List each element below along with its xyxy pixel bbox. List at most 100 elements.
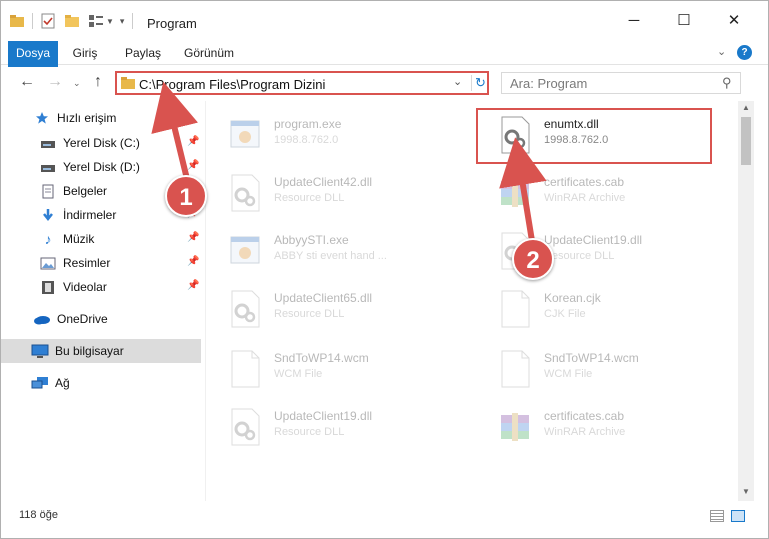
tab-view[interactable]: Görünüm xyxy=(179,41,239,65)
title-bar: ▼ ▾ Program ─ ☐ ✕ xyxy=(1,1,768,39)
recent-locations-icon[interactable]: ⌄ xyxy=(73,78,81,89)
help-icon[interactable]: ? xyxy=(737,45,752,60)
forward-icon[interactable]: → xyxy=(47,73,63,91)
address-text: C:\Program Files\Program Dizini xyxy=(139,77,326,92)
sidebar-item-videos[interactable]: Videolar 📌 xyxy=(1,275,201,299)
sidebar-item-quick-access[interactable]: Hızlı erişim xyxy=(1,106,201,130)
chevron-down-icon[interactable]: ▼ xyxy=(106,17,114,26)
file-item[interactable]: certificates.cab WinRAR Archive xyxy=(476,165,716,217)
file-item[interactable]: AbbyySTI.exe ABBY sti event hand ... xyxy=(206,223,446,275)
tab-share[interactable]: Paylaş xyxy=(119,41,167,65)
explorer-window: ▼ ▾ Program ─ ☐ ✕ Dosya Giriş Paylaş Gör… xyxy=(0,0,769,539)
file-icon xyxy=(231,350,260,388)
sidebar-item-local-disk-c[interactable]: Yerel Disk (C:) 📌 xyxy=(1,131,201,155)
file-detail: Resource DLL xyxy=(274,426,345,438)
file-item[interactable]: UpdateClient65.dll Resource DLL xyxy=(206,281,446,333)
sidebar-item-label: Bu bilgisayar xyxy=(55,344,124,358)
sidebar-item-label: İndirmeler xyxy=(63,208,117,222)
new-folder-icon[interactable] xyxy=(64,14,80,28)
application-icon xyxy=(230,120,260,148)
expand-ribbon-icon[interactable]: ⌄ xyxy=(717,45,726,58)
sidebar-item-label: Müzik xyxy=(63,232,95,246)
maximize-button[interactable]: ☐ xyxy=(661,1,707,39)
settings-file-icon xyxy=(231,174,260,212)
file-item[interactable]: program.exe 1998.8.762.0 xyxy=(206,107,446,159)
search-input[interactable]: Ara: Program xyxy=(510,76,587,91)
folder-icon[interactable] xyxy=(9,14,25,28)
scroll-down-icon[interactable]: ▼ xyxy=(742,487,750,496)
address-dropdown-icon[interactable]: ⌄ xyxy=(453,75,462,88)
details-view-icon[interactable] xyxy=(710,510,724,522)
sidebar-item-label: OneDrive xyxy=(57,312,108,326)
file-name: certificates.cab xyxy=(544,409,625,423)
scroll-up-icon[interactable]: ▲ xyxy=(742,103,750,112)
settings-file-icon xyxy=(501,116,530,154)
file-name: UpdateClient19.dll xyxy=(274,409,373,423)
sidebar-item-label: Videolar xyxy=(63,280,107,294)
sidebar-item-local-disk-d[interactable]: Yerel Disk (D:) 📌 xyxy=(1,155,201,179)
window-title: Program xyxy=(147,16,197,31)
sidebar-item-this-pc[interactable]: Bu bilgisayar xyxy=(1,339,201,363)
file-item[interactable]: UpdateClient42.dll Resource DLL xyxy=(206,165,446,217)
file-detail: WinRAR Archive xyxy=(544,192,626,204)
pin-icon[interactable]: 📌 xyxy=(187,256,199,267)
file-item[interactable]: UpdateClient19.dll Resource DLL xyxy=(476,223,716,275)
drive-icon xyxy=(39,159,57,175)
computer-icon xyxy=(31,343,49,359)
star-icon xyxy=(33,110,51,126)
pin-icon[interactable]: 📌 xyxy=(187,232,199,243)
address-bar[interactable]: C:\Program Files\Program Dizini ⌄ xyxy=(115,71,489,95)
view-options-icon[interactable] xyxy=(88,14,104,28)
scroll-thumb[interactable] xyxy=(741,117,751,165)
up-icon[interactable]: ↑ xyxy=(94,73,102,91)
file-item[interactable]: certificates.cab WinRAR Archive xyxy=(476,399,716,451)
tab-home[interactable]: Giriş xyxy=(65,41,105,65)
file-name: UpdateClient65.dll xyxy=(274,291,373,305)
file-detail: WCM File xyxy=(544,368,593,380)
file-detail: WinRAR Archive xyxy=(544,426,626,438)
file-name: SndToWP14.wcm xyxy=(274,351,369,365)
drive-icon xyxy=(39,135,57,151)
document-icon xyxy=(39,183,57,199)
file-name: SndToWP14.wcm xyxy=(544,351,639,365)
sidebar-item-onedrive[interactable]: OneDrive xyxy=(1,307,201,331)
file-name: Korean.cjk xyxy=(544,291,601,305)
properties-icon[interactable] xyxy=(40,13,56,29)
sidebar-item-label: Yerel Disk (D:) xyxy=(63,160,140,174)
file-detail: Resource DLL xyxy=(274,192,345,204)
file-item[interactable]: enumtx.dll 1998.8.762.0 xyxy=(476,107,716,159)
folder-icon xyxy=(121,77,135,89)
navigation-pane: Hızlı erişim Yerel Disk (C:) 📌 Yerel Dis… xyxy=(1,101,206,501)
close-button[interactable]: ✕ xyxy=(711,1,757,39)
sidebar-item-network[interactable]: Ağ xyxy=(1,371,201,395)
music-icon: ♪ xyxy=(44,231,52,247)
refresh-icon[interactable]: ↻ xyxy=(471,75,487,91)
sidebar-item-pictures[interactable]: Resimler 📌 xyxy=(1,251,201,275)
file-icon xyxy=(501,290,530,328)
file-detail: 1998.8.762.0 xyxy=(274,134,339,146)
vertical-scrollbar[interactable]: ▲ ▼ xyxy=(738,101,754,501)
sidebar-item-label: Ağ xyxy=(55,376,70,390)
file-name: AbbyySTI.exe xyxy=(274,233,349,247)
file-item[interactable]: SndToWP14.wcm WCM File xyxy=(206,341,446,393)
customize-toolbar-icon[interactable]: ▾ xyxy=(120,16,125,27)
file-item[interactable]: SndToWP14.wcm WCM File xyxy=(476,341,716,393)
ribbon-tabs: Dosya Giriş Paylaş Görünüm ⌄ ? xyxy=(1,41,768,93)
search-box[interactable]: Ara: Program ⚲ xyxy=(501,72,741,94)
minimize-button[interactable]: ─ xyxy=(611,1,657,39)
file-name: program.exe xyxy=(274,117,342,131)
pin-icon[interactable]: 📌 xyxy=(187,136,199,147)
search-icon: ⚲ xyxy=(722,75,732,90)
back-icon[interactable]: ← xyxy=(19,73,35,91)
pin-icon[interactable]: 📌 xyxy=(187,280,199,291)
sidebar-item-music[interactable]: ♪ Müzik 📌 xyxy=(1,227,201,251)
file-item[interactable]: UpdateClient19.dll Resource DLL xyxy=(206,399,446,451)
large-icons-view-icon[interactable] xyxy=(731,510,745,522)
quick-access-toolbar: ▼ ▾ xyxy=(9,12,141,30)
file-name: certificates.cab xyxy=(544,175,625,189)
pin-icon[interactable]: 📌 xyxy=(187,160,199,171)
file-item[interactable]: Korean.cjk CJK File xyxy=(476,281,716,333)
status-bar: 118 öğe xyxy=(1,501,768,538)
sidebar-item-label: Belgeler xyxy=(63,184,108,198)
cloud-icon xyxy=(33,311,51,327)
